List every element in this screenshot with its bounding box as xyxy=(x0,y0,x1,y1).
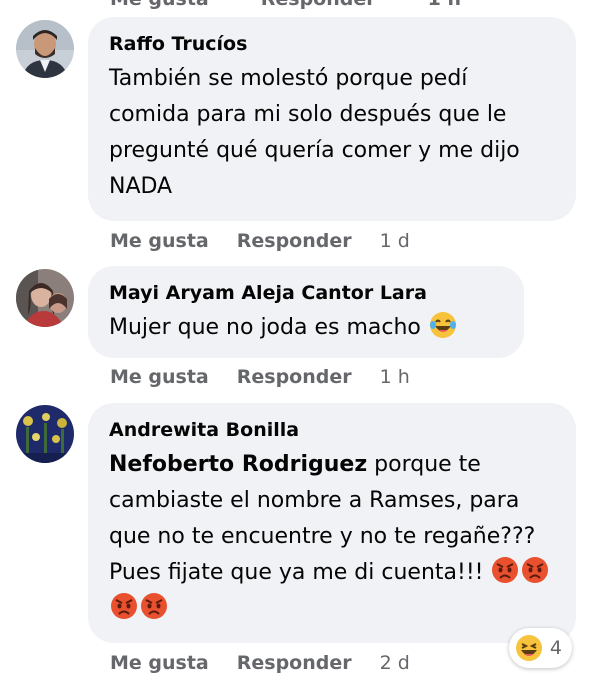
angry-face-emoji-icon xyxy=(109,591,139,621)
timestamp[interactable]: 1 d xyxy=(380,230,410,252)
timestamp[interactable]: 2 d xyxy=(380,652,410,674)
timestamp[interactable]: 1 h xyxy=(380,366,410,388)
like-link[interactable]: Me gusta xyxy=(110,366,209,388)
author-name[interactable]: Raffo Trucíos xyxy=(109,33,554,55)
comment-text: Nefoberto Rodriguez porque te cambiaste … xyxy=(109,447,554,627)
haha-reaction-icon xyxy=(514,633,544,663)
comment-bubble: Andrewita Bonilla Nefoberto Rodriguez po… xyxy=(88,403,576,643)
comment-text: También se molestó porque pedí comida pa… xyxy=(109,66,520,199)
angry-face-emoji-icon xyxy=(490,555,520,585)
comment-actions: Me gusta Responder 1 h xyxy=(110,366,410,388)
mentioned-user-link[interactable]: Nefoberto Rodriguez xyxy=(109,452,367,477)
reply-link[interactable]: Responder xyxy=(261,0,376,10)
angry-face-emoji-icon xyxy=(520,555,550,585)
reaction-summary[interactable]: 4 xyxy=(508,628,572,668)
angry-face-emoji-icon xyxy=(139,591,169,621)
reply-link[interactable]: Responder xyxy=(237,230,352,252)
laughing-tears-emoji-icon xyxy=(428,310,458,340)
author-name[interactable]: Andrewita Bonilla xyxy=(109,419,554,441)
comment-text: Mujer que no joda es macho xyxy=(109,310,502,346)
comment-bubble: Raffo Trucíos También se molestó porque … xyxy=(88,17,576,221)
timestamp[interactable]: 1 h xyxy=(428,0,461,10)
reaction-count: 4 xyxy=(549,637,562,659)
avatar[interactable] xyxy=(16,269,74,327)
comment-actions: Me gusta Responder 2 d xyxy=(110,652,410,674)
comment-text-content: Mujer que no joda es macho xyxy=(109,315,421,340)
comment-bubble: Mayi Aryam Aleja Cantor Lara Mujer que n… xyxy=(88,266,524,358)
author-name[interactable]: Mayi Aryam Aleja Cantor Lara xyxy=(109,282,502,304)
reply-link[interactable]: Responder xyxy=(237,366,352,388)
like-link[interactable]: Me gusta xyxy=(110,0,209,10)
avatar[interactable] xyxy=(16,20,74,78)
avatar[interactable] xyxy=(16,405,74,463)
like-link[interactable]: Me gusta xyxy=(110,652,209,674)
comment-actions: Me gusta Responder 1 d xyxy=(110,230,410,252)
like-link[interactable]: Me gusta xyxy=(110,230,209,252)
reply-link[interactable]: Responder xyxy=(237,652,352,674)
previous-comment-actions: Me gusta Responder 1 h xyxy=(110,0,513,10)
